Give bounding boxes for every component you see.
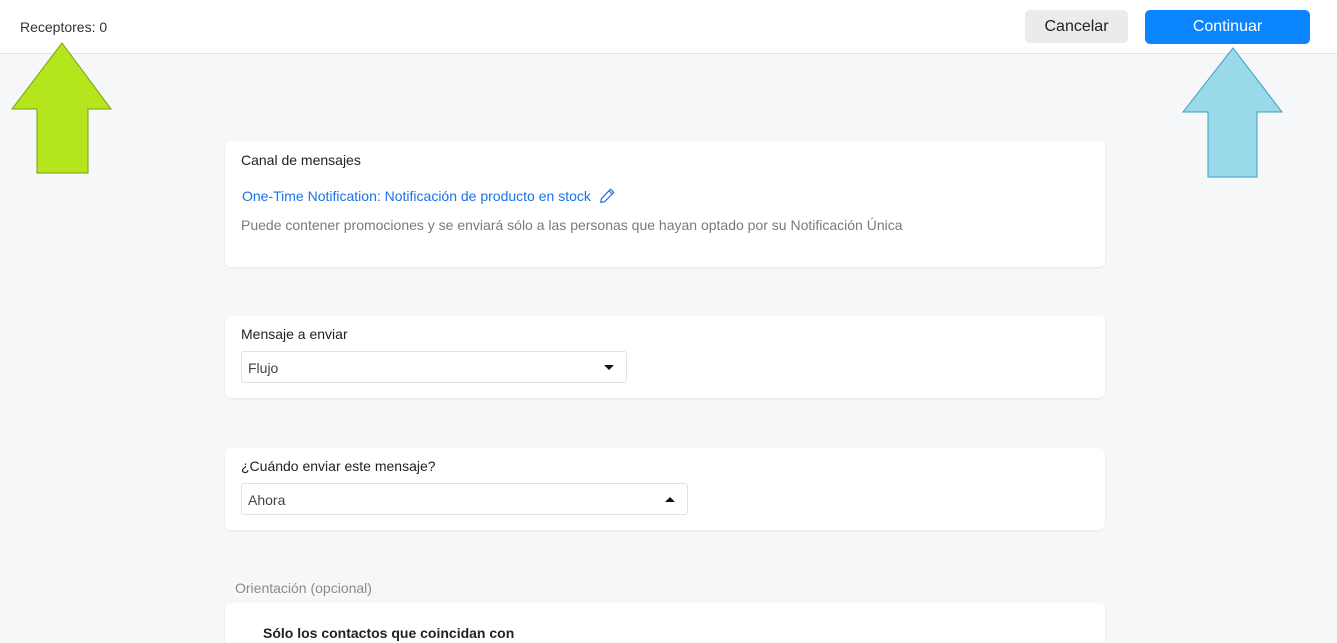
schedule-card: ¿Cuándo enviar este mensaje? Ahora (225, 448, 1105, 530)
targeting-label: Orientación (opcional) (235, 580, 372, 596)
targeting-subtitle: Sólo los contactos que coincidan con (263, 625, 515, 641)
message-select[interactable]: Flujo (241, 351, 627, 383)
pencil-icon[interactable] (599, 187, 616, 204)
schedule-select-value: Ahora (248, 492, 286, 508)
channel-link-text: One-Time Notification: Notificación de p… (242, 187, 591, 204)
channel-description: Puede contener promociones y se enviará … (241, 217, 903, 233)
channel-card: Canal de mensajes One-Time Notification:… (225, 141, 1105, 267)
continue-button[interactable]: Continuar (1145, 10, 1310, 44)
message-select-value: Flujo (248, 360, 279, 376)
channel-link[interactable]: One-Time Notification: Notificación de p… (242, 187, 616, 204)
message-card: Mensaje a enviar Flujo (225, 316, 1105, 398)
chevron-down-icon (604, 365, 614, 370)
channel-card-title: Canal de mensajes (241, 152, 361, 168)
green-arrow-annotation (11, 42, 112, 174)
targeting-card: Sólo los contactos que coincidan con (225, 603, 1105, 643)
chevron-up-icon (665, 497, 675, 502)
message-card-title: Mensaje a enviar (241, 326, 348, 342)
cancel-button[interactable]: Cancelar (1025, 10, 1128, 43)
recipients-count: Receptores: 0 (20, 19, 108, 35)
schedule-card-title: ¿Cuándo enviar este mensaje? (241, 458, 436, 474)
blue-arrow-annotation (1182, 47, 1284, 178)
top-bar: Receptores: 0 Cancelar Continuar (0, 0, 1337, 54)
schedule-select[interactable]: Ahora (241, 483, 688, 515)
